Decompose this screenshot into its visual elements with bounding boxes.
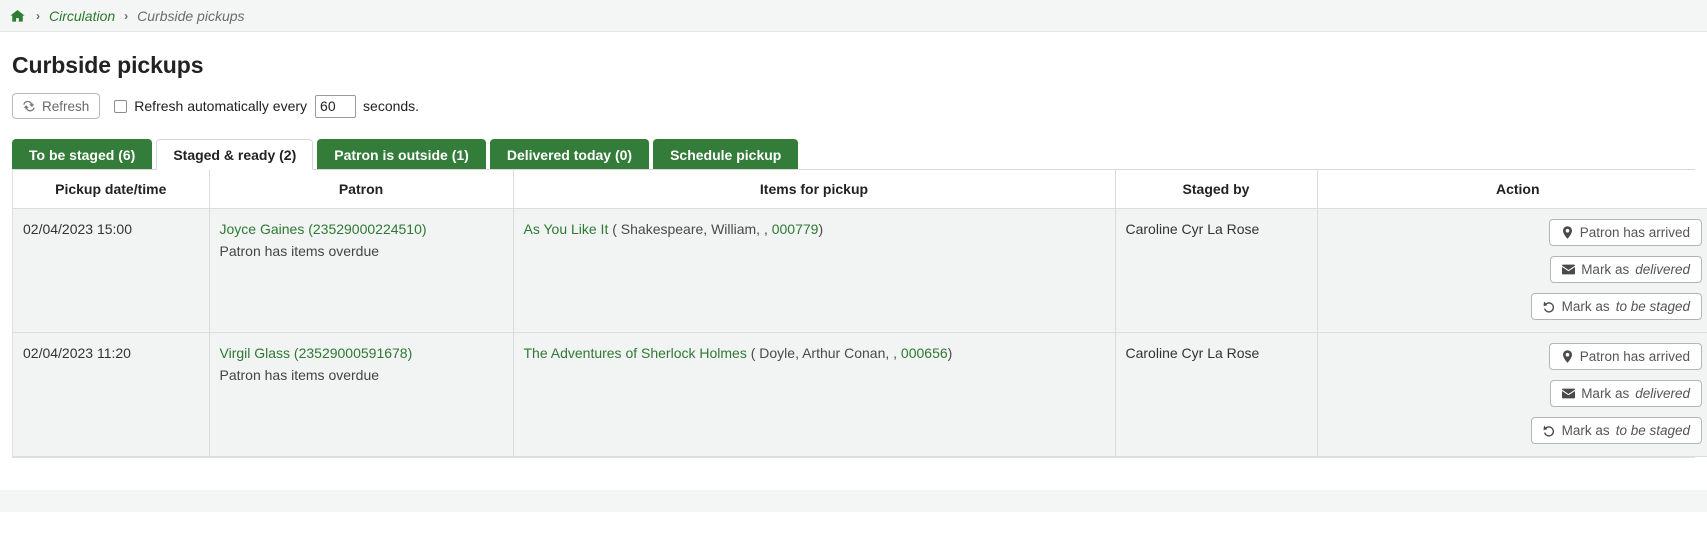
breadcrumb-separator-2: ›	[124, 9, 128, 23]
table-header: Pickup date/timePatronItems for pickupSt…	[13, 170, 1707, 209]
item-title-link[interactable]: As You Like It	[524, 221, 609, 237]
action-button-label: Mark as	[1562, 423, 1610, 438]
items-for-pickup-cell: As You Like It ( Shakespeare, William, ,…	[513, 209, 1115, 333]
item-author-meta: ( Shakespeare, William, ,	[612, 221, 772, 237]
action-button-label: Patron has arrived	[1580, 225, 1690, 240]
action-cell: Patron has arrivedMark as deliveredMark …	[1317, 209, 1707, 333]
patron-cell: Virgil Glass (23529000591678) Patron has …	[209, 333, 513, 457]
patron-link[interactable]: Joyce Gaines (23529000224510)	[220, 221, 427, 237]
auto-refresh-checkbox[interactable]	[114, 100, 127, 113]
page-bottom-strip	[0, 490, 1707, 512]
undo-icon	[1543, 300, 1556, 313]
item-author-meta: ( Doyle, Arthur Conan, ,	[751, 345, 901, 361]
envelope-icon	[1562, 387, 1575, 400]
page-title: Curbside pickups	[12, 52, 1695, 79]
item-title-link[interactable]: The Adventures of Sherlock Holmes	[524, 345, 747, 361]
staged-by-cell: Caroline Cyr La Rose	[1115, 333, 1317, 457]
action-button-label: Patron has arrived	[1580, 349, 1690, 364]
table-header-row: Pickup date/timePatronItems for pickupSt…	[13, 170, 1707, 209]
tab-patron-is-outside-1[interactable]: Patron is outside (1)	[317, 139, 486, 169]
patron-cell: Joyce Gaines (23529000224510) Patron has …	[209, 209, 513, 333]
sync-icon	[23, 100, 36, 113]
staged-by-cell: Caroline Cyr La Rose	[1115, 209, 1317, 333]
column-header-staged-by: Staged by	[1115, 170, 1317, 209]
map-pin-icon	[1561, 226, 1574, 239]
pickups-table-container: Pickup date/timePatronItems for pickupSt…	[12, 169, 1695, 458]
patron-link[interactable]: Virgil Glass (23529000591678)	[220, 345, 413, 361]
action-button-mark-as-delivered[interactable]: Mark as delivered	[1550, 380, 1702, 407]
tab-to-be-staged-6[interactable]: To be staged (6)	[12, 139, 152, 169]
refresh-toolbar: Refresh Refresh automatically every seco…	[12, 93, 1695, 119]
item-barcode-link[interactable]: 000656	[901, 345, 948, 361]
column-header-patron: Patron	[209, 170, 513, 209]
content-footer-space	[12, 458, 1695, 490]
page-content: Curbside pickups Refresh Refresh automat…	[0, 52, 1707, 490]
refresh-button[interactable]: Refresh	[12, 93, 100, 119]
action-button-emphasis: to be staged	[1616, 299, 1690, 314]
table-row: 02/04/2023 11:20Virgil Glass (2352900059…	[13, 333, 1707, 457]
patron-overdue-note: Patron has items overdue	[220, 367, 503, 383]
breadcrumb-item-circulation[interactable]: Circulation	[49, 8, 115, 24]
tab-delivered-today-0[interactable]: Delivered today (0)	[490, 139, 649, 169]
item-meta-close: )	[818, 221, 823, 237]
auto-refresh-label: Refresh automatically every	[134, 98, 307, 114]
action-button-label: Mark as	[1581, 262, 1629, 277]
envelope-icon	[1562, 263, 1575, 276]
action-button-mark-as-to-be-staged[interactable]: Mark as to be staged	[1531, 417, 1702, 444]
column-header-action: Action	[1317, 170, 1707, 209]
action-button-label: Mark as	[1581, 386, 1629, 401]
action-cell: Patron has arrivedMark as deliveredMark …	[1317, 333, 1707, 457]
action-button-group: Patron has arrivedMark as deliveredMark …	[1328, 219, 1703, 320]
tab-schedule-pickup[interactable]: Schedule pickup	[653, 139, 798, 169]
pickup-tabs: To be staged (6)Staged & ready (2)Patron…	[12, 139, 1695, 169]
breadcrumb-separator-1: ›	[36, 9, 40, 23]
column-header-items-for-pickup: Items for pickup	[513, 170, 1115, 209]
home-icon[interactable]	[10, 9, 25, 23]
action-button-emphasis: delivered	[1635, 386, 1690, 401]
action-button-label: Mark as	[1562, 299, 1610, 314]
action-button-emphasis: delivered	[1635, 262, 1690, 277]
item-barcode-link[interactable]: 000779	[772, 221, 819, 237]
action-button-emphasis: to be staged	[1616, 423, 1690, 438]
table-body: 02/04/2023 15:00Joyce Gaines (2352900022…	[13, 209, 1707, 457]
seconds-suffix-label: seconds.	[363, 98, 419, 114]
map-pin-icon	[1561, 350, 1574, 363]
tab-staged-ready-2[interactable]: Staged & ready (2)	[156, 139, 313, 170]
pickup-datetime-cell: 02/04/2023 11:20	[13, 333, 209, 457]
breadcrumb-item-current: Curbside pickups	[137, 8, 244, 24]
action-button-patron-has-arrived[interactable]: Patron has arrived	[1549, 343, 1702, 370]
table-row: 02/04/2023 15:00Joyce Gaines (2352900022…	[13, 209, 1707, 333]
pickup-datetime-cell: 02/04/2023 15:00	[13, 209, 209, 333]
column-header-pickup-date-time: Pickup date/time	[13, 170, 209, 209]
breadcrumb: › Circulation › Curbside pickups	[0, 0, 1707, 32]
items-for-pickup-cell: The Adventures of Sherlock Holmes ( Doyl…	[513, 333, 1115, 457]
item-meta-close: )	[948, 345, 953, 361]
refresh-seconds-input[interactable]	[315, 95, 356, 118]
action-button-mark-as-to-be-staged[interactable]: Mark as to be staged	[1531, 293, 1702, 320]
undo-icon	[1543, 424, 1556, 437]
patron-overdue-note: Patron has items overdue	[220, 243, 503, 259]
pickups-table: Pickup date/timePatronItems for pickupSt…	[13, 170, 1707, 457]
action-button-mark-as-delivered[interactable]: Mark as delivered	[1550, 256, 1702, 283]
action-button-group: Patron has arrivedMark as deliveredMark …	[1328, 343, 1703, 444]
refresh-button-label: Refresh	[42, 99, 89, 114]
action-button-patron-has-arrived[interactable]: Patron has arrived	[1549, 219, 1702, 246]
